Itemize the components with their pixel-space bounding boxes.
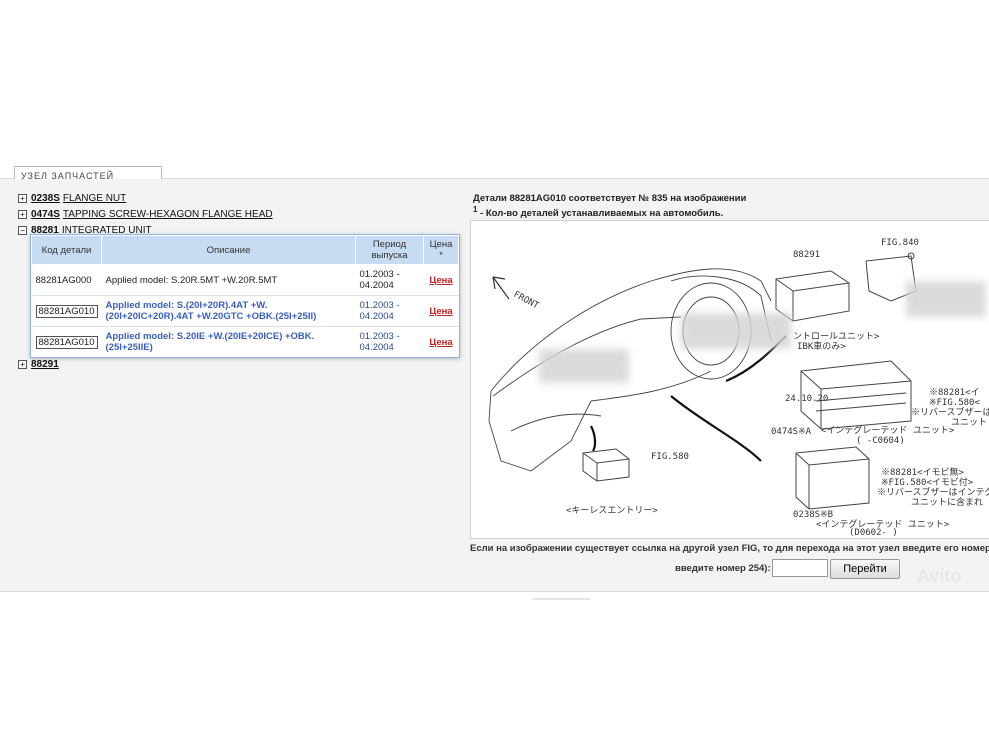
tree-item-0474s[interactable]: + 0474S TAPPING SCREW-HEXAGON FLANGE HEAD <box>18 206 273 222</box>
blurred-region <box>539 349 629 383</box>
label-88281-a: ※88281<イ <box>929 388 980 398</box>
label-fig580: FIG.580 <box>651 452 689 462</box>
go-button[interactable]: Перейти <box>830 559 900 579</box>
description-cell: Applied model: S.(20I+20R).4AT +W.(20I+2… <box>101 295 356 327</box>
label-fig840: FIG.840 <box>881 238 919 248</box>
front-arrow <box>492 276 510 300</box>
integrated-unit-b <box>795 446 870 510</box>
label-c0604: ( -C0604) <box>856 436 905 446</box>
footnote-text: - Кол-во деталей устанавливаемых на авто… <box>477 208 724 220</box>
period-cell: 01.2003 - 04.2004 <box>355 326 424 357</box>
price-link[interactable]: Цена <box>429 337 452 348</box>
fig-navigation: введите номер 254): Перейти <box>470 559 989 579</box>
part-code: 0238S <box>31 192 60 204</box>
label-buzzer-a: ※リバースブザーは <box>911 406 989 418</box>
fig-instruction: Если на изображении существует ссылка на… <box>470 543 989 554</box>
label-88291: 88291 <box>793 250 820 260</box>
parts-tree-continued: + 88291 <box>18 356 59 372</box>
col-header-code: Код детали <box>31 235 102 265</box>
label-fig580-b: ※FIG.580<イモビ付> <box>881 477 974 488</box>
label-unit-a: ユニット <box>951 418 987 428</box>
part-name: TAPPING SCREW-HEXAGON FLANGE HEAD <box>62 208 273 220</box>
period-cell: 01.2003 - 04.2004 <box>355 264 424 296</box>
fig-number-input[interactable] <box>772 559 828 577</box>
parts-tree: + 0238S FLANGE NUT + 0474S TAPPING SCREW-H… <box>18 190 273 238</box>
diagram-header: Детали 88281AG010 соответствует № 835 на… <box>473 193 983 219</box>
label-0238s: 0238S※B <box>793 510 833 520</box>
label-0474s: 0474S※A <box>771 427 812 437</box>
tree-item-0238s[interactable]: + 0238S FLANGE NUT <box>18 190 273 206</box>
price-link[interactable]: Цена <box>429 306 452 317</box>
table-row[interactable]: 88281AG000 Applied model: S.20R.5MT +W.2… <box>31 264 459 296</box>
part-code-cell[interactable]: 88281AG010 <box>35 335 98 349</box>
label-ibk-only: IBK車のみ> <box>797 340 846 352</box>
table-row[interactable]: 88281AG010 Applied model: S.(20I+20R).4A… <box>31 295 459 327</box>
avito-watermark: Avito <box>917 566 961 587</box>
keyless-unit <box>582 448 630 482</box>
tree-link[interactable]: 88291 <box>31 359 59 370</box>
parts-diagram[interactable]: FRONT 88291 FIG.840 24.10.20 0474S※A <イン… <box>470 220 989 539</box>
col-header-price: Цена * <box>423 235 459 265</box>
description-cell: Applied model: S.20R.5MT +W.20R.5MT <box>101 264 356 296</box>
date-stamp: 24.10.20 <box>785 394 828 404</box>
part-code: 88291 <box>31 358 59 370</box>
blurred-region <box>906 281 986 317</box>
front-label: FRONT <box>512 290 541 312</box>
watermark-text: Avito <box>917 566 962 586</box>
label-control-unit: ントロールユニット> <box>793 332 880 342</box>
expand-icon[interactable]: + <box>18 209 27 219</box>
label-unit-b: ユニットに含まれ <box>911 496 983 508</box>
label-keyless: <キーレスエントリー> <box>566 506 658 516</box>
price-link[interactable]: Цена <box>429 275 452 286</box>
part-code-cell[interactable]: 88281AG010 <box>35 304 98 318</box>
label-fig580-a: ※FIG.580< <box>929 398 980 408</box>
quantity-footnote: 1 - Кол-во деталей устанавливаемых на ав… <box>473 205 983 219</box>
collapse-icon[interactable]: − <box>18 225 27 235</box>
part-name: FLANGE NUT <box>62 192 127 204</box>
expand-icon[interactable]: + <box>18 193 27 203</box>
label-88281-b: ※88281<イモビ無> <box>881 466 965 478</box>
table-row[interactable]: 88281AG010 Applied model: S.20IE +W.(20I… <box>31 326 459 357</box>
col-header-desc: Описание <box>101 235 356 265</box>
part-code-cell[interactable]: 88281AG000 <box>36 275 92 286</box>
expand-icon[interactable]: + <box>18 359 27 369</box>
parts-table: Код детали Описание Период выпуска Цена … <box>30 234 460 358</box>
match-info: Детали 88281AG010 соответствует № 835 на… <box>473 193 747 204</box>
col-header-period: Период выпуска <box>355 235 424 265</box>
tree-link[interactable]: 0474S TAPPING SCREW-HEXAGON FLANGE HEAD <box>31 209 273 220</box>
label-buzzer-b: ※リバースブザーはインテグ <box>877 486 989 498</box>
bottom-divider <box>532 598 590 600</box>
period-cell: 01.2003 - 04.2004 <box>355 295 424 327</box>
tree-item-88291[interactable]: + 88291 <box>18 356 59 372</box>
fig-number-label: введите номер 254): <box>675 563 771 574</box>
section-tab[interactable]: УЗЕЛ ЗАПЧАСТЕЙ <box>14 166 162 179</box>
tree-link[interactable]: 0238S FLANGE NUT <box>31 193 126 204</box>
label-d0602: (D0602- ) <box>849 528 898 538</box>
blurred-region <box>681 313 791 349</box>
description-cell: Applied model: S.20IE +W.(20IE+20ICE) +O… <box>101 326 356 357</box>
label-integrated-a: <インテグレーテッド ユニット> <box>821 424 955 436</box>
part-code: 0474S <box>31 208 60 220</box>
